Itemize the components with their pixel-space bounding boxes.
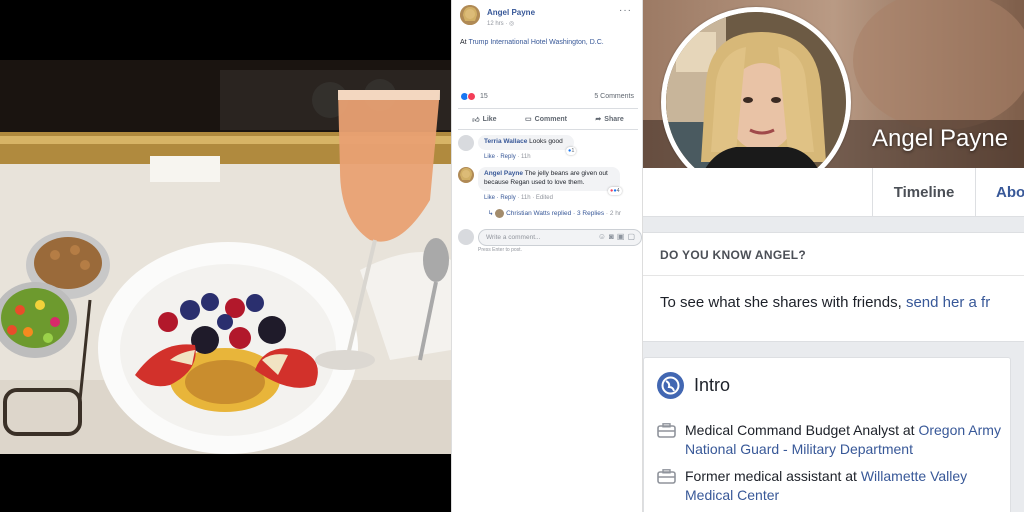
comment-reply-link[interactable]: · Reply: [495, 154, 516, 160]
do-you-know-title: DO YOU KNOW ANGEL?: [660, 248, 807, 262]
reply-avatar: [495, 209, 505, 218]
comment-icon: ▭: [525, 116, 532, 123]
globe-icon: ◎: [509, 21, 515, 27]
profile-tabs: Timeline Abo: [643, 168, 1024, 217]
comment-reply-link[interactable]: · Reply: [495, 195, 516, 201]
comment-like-link[interactable]: Like: [484, 154, 495, 160]
comments-count-link[interactable]: 5 Comments: [594, 93, 634, 100]
tab-timeline[interactable]: Timeline: [872, 168, 976, 216]
commenter-avatar[interactable]: [458, 167, 474, 183]
intro-work-text: Former medical assistant at Willamette V…: [685, 467, 1002, 505]
post-author-name[interactable]: Angel Payne: [487, 8, 535, 17]
briefcase-icon: [657, 423, 676, 438]
replies-count: · 3 Replies: [571, 210, 605, 218]
send-friend-request-link[interactable]: send her a fr: [906, 294, 990, 311]
camera-icon[interactable]: ◙: [609, 232, 617, 241]
tab-about[interactable]: Abo: [996, 168, 1024, 218]
comment-time: · 11h: [515, 154, 531, 160]
comment-meta: Like · Reply · 11h: [484, 154, 531, 160]
briefcase-icon: [657, 469, 676, 484]
comment-like-link[interactable]: Like: [484, 195, 495, 201]
post-panel: Angel Payne 12 hrs · ◎ ··· At Trump Inte…: [451, 0, 643, 512]
like-button[interactable]: 👍︎ Like: [472, 115, 496, 124]
commenter-name[interactable]: Angel Payne: [484, 170, 523, 177]
intro-card: Intro Medical Command Budget Analyst at …: [643, 357, 1011, 512]
globe-icon: [657, 372, 684, 399]
post-checkin: At Trump International Hotel Washington,…: [460, 39, 604, 46]
post-time-text: 12 hrs ·: [487, 21, 510, 27]
reactions-summary[interactable]: 15 5 Comments: [460, 92, 638, 104]
post-action-bar: 👍︎ Like ▭ Comment ➦ Share: [458, 108, 638, 130]
current-user-avatar: [458, 229, 474, 245]
reply-arrow-icon: ↳: [488, 210, 494, 218]
comment-time: · 11h · Edited: [515, 195, 553, 201]
sticker-icon[interactable]: ▢: [627, 232, 638, 241]
commenter-avatar[interactable]: [458, 135, 474, 151]
share-icon: ➦: [595, 116, 602, 123]
comment-text: Looks good: [527, 138, 563, 145]
intro-work-prefix: Medical Command Budget Analyst at: [685, 422, 919, 438]
like-label: Like: [482, 115, 497, 123]
intro-work-prefix: Former medical assistant at: [685, 468, 861, 484]
gif-icon[interactable]: ▣: [617, 232, 628, 241]
profile-name: Angel Payne: [872, 125, 1009, 152]
intro-title: Intro: [694, 375, 731, 395]
comment-reaction-badge[interactable]: ●●4: [608, 187, 622, 195]
comment-label: Comment: [534, 115, 567, 123]
post-header: Angel Payne 12 hrs · ◎ ···: [460, 5, 636, 29]
more-icon[interactable]: ···: [619, 5, 632, 16]
do-you-know-prompt: To see what she shares with friends,: [660, 294, 906, 311]
view-replies-link[interactable]: ↳ Christian Watts replied · 3 Replies · …: [488, 209, 621, 218]
share-label: Share: [604, 115, 624, 123]
comment-tools: ☺◙▣▢: [598, 232, 638, 241]
press-enter-hint: Press Enter to post.: [478, 247, 522, 253]
post-photo[interactable]: [0, 60, 451, 454]
comment-input-placeholder: Write a comment...: [486, 234, 541, 241]
comment-bubble: Terria Wallace Looks good: [478, 135, 574, 150]
comment-item: Angel Payne The jelly beans are given ou…: [458, 167, 638, 207]
comment-item: Terria Wallace Looks good ●1 Like · Repl…: [458, 135, 638, 165]
love-icon: [467, 92, 476, 101]
emoji-icon[interactable]: ☺: [598, 232, 609, 241]
comment-reaction-count: 4: [616, 188, 620, 194]
do-you-know-text: To see what she shares with friends, sen…: [660, 294, 990, 311]
checkin-location-link[interactable]: Trump International Hotel Washington, D.…: [468, 39, 603, 46]
reactions-count: 15: [479, 93, 488, 100]
comment-reaction-badge[interactable]: ●1: [566, 147, 577, 155]
comment-button[interactable]: ▭ Comment: [525, 115, 567, 124]
write-comment-box: Write a comment... ☺◙▣▢: [458, 229, 644, 247]
author-avatar[interactable]: [460, 5, 480, 25]
divider: [643, 275, 1024, 276]
do-you-know-card: DO YOU KNOW ANGEL? To see what she share…: [643, 232, 1024, 342]
comment-reaction-count: 1: [571, 148, 575, 154]
comment-meta: Like · Reply · 11h · Edited: [484, 195, 553, 201]
replies-who: Christian Watts replied: [506, 210, 572, 218]
share-button[interactable]: ➦ Share: [595, 115, 624, 124]
replies-time: · 2 hr: [604, 210, 622, 218]
commenter-name[interactable]: Terria Wallace: [484, 138, 527, 145]
post-timestamp[interactable]: 12 hrs · ◎: [487, 20, 514, 27]
profile-panel: Angel Payne Timeline Abo DO YOU KNOW ANG…: [643, 0, 1024, 512]
comment-bubble: Angel Payne The jelly beans are given ou…: [478, 167, 620, 191]
post-photo-panel: [0, 0, 451, 512]
intro-work-text: Medical Command Budget Analyst at Oregon…: [685, 421, 1002, 459]
like-icon: 👍︎: [472, 116, 480, 124]
